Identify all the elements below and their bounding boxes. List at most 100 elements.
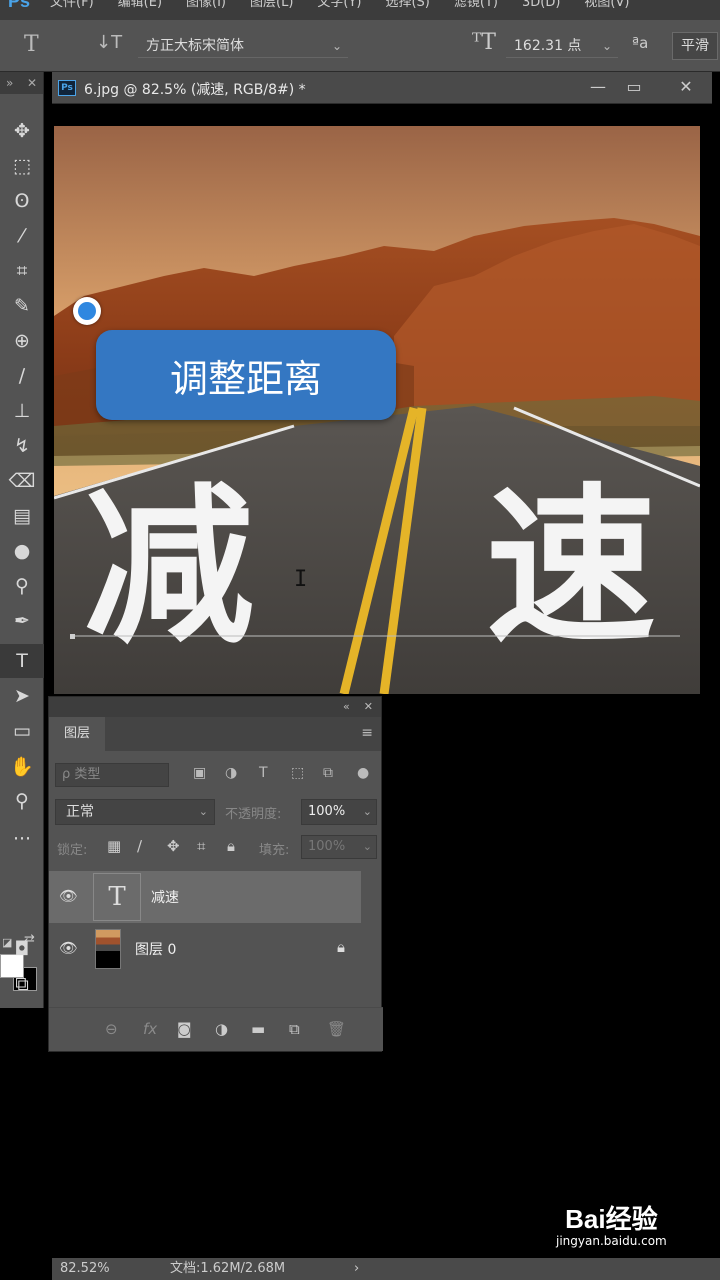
- antialias-dropdown[interactable]: 平滑: [672, 32, 718, 60]
- eraser-tool-icon[interactable]: ⌫: [0, 464, 44, 498]
- layers-panel-tabs: 图层 ≡: [49, 717, 381, 751]
- more-tools-icon[interactable]: ···: [0, 822, 44, 856]
- type-tool-icon[interactable]: T: [0, 644, 44, 678]
- menu-view[interactable]: 视图(V): [572, 0, 641, 9]
- callout-pointer-dot: [73, 297, 101, 325]
- hand-tool-icon[interactable]: ✋: [0, 749, 44, 783]
- pen-tool-icon[interactable]: ✒: [0, 604, 44, 638]
- menu-image[interactable]: 图像(I): [174, 0, 238, 9]
- type-tool-preset-icon[interactable]: T: [24, 32, 39, 57]
- tools-panel-header: » ✕: [0, 72, 43, 94]
- zoom-tool-icon[interactable]: ⚲: [0, 784, 44, 818]
- doc-info: 文档:1.62M/2.68M: [170, 1261, 286, 1276]
- adjustment-filter-icon[interactable]: ◑: [225, 765, 237, 781]
- fill-value: 100%: [308, 839, 346, 854]
- layer-row-image[interactable]: 👁︎ 图层 0 🔒︎: [49, 923, 361, 975]
- panel-menu-icon[interactable]: ≡: [361, 725, 373, 741]
- lock-position-icon[interactable]: ✥: [167, 837, 180, 855]
- text-layer-thumbnail-icon: T: [93, 873, 141, 921]
- canvas-text-left[interactable]: 减: [84, 467, 254, 667]
- shape-filter-icon[interactable]: ⬚: [291, 765, 304, 781]
- healing-brush-tool-icon[interactable]: ⊕: [0, 324, 44, 358]
- font-family-value: 方正大标宋简体: [146, 38, 244, 54]
- document-tab[interactable]: Ps 6.jpg @ 82.5% (减速, RGB/8#) * — ▭ ✕: [52, 72, 712, 104]
- menu-edit[interactable]: 编辑(E): [106, 0, 174, 9]
- history-brush-tool-icon[interactable]: ↯: [0, 429, 44, 463]
- menu-layer[interactable]: 图层(L): [238, 0, 305, 9]
- layer-name[interactable]: 图层 0: [135, 939, 176, 959]
- zoom-level[interactable]: 82.52%: [60, 1258, 110, 1280]
- smart-object-filter-icon[interactable]: ⧉: [323, 765, 333, 781]
- layer-name[interactable]: 减速: [151, 887, 179, 907]
- collapse-icon[interactable]: »: [6, 72, 13, 94]
- menu-type[interactable]: 文字(Y): [305, 0, 373, 9]
- menu-file[interactable]: 文件(F): [38, 0, 106, 9]
- font-size-dropdown[interactable]: 162.31 点 ⌄: [506, 34, 618, 58]
- link-layers-icon[interactable]: ⊖: [105, 1020, 118, 1038]
- status-menu-arrow-icon[interactable]: ›: [354, 1258, 359, 1280]
- maximize-icon[interactable]: ▭: [620, 76, 648, 98]
- collapse-icon[interactable]: «: [343, 700, 350, 713]
- new-group-icon[interactable]: ▬: [251, 1020, 265, 1038]
- text-anchor-handle[interactable]: [70, 634, 75, 639]
- layer-filter-value: ρ 类型: [62, 767, 101, 782]
- blur-tool-icon[interactable]: ●: [0, 534, 44, 568]
- lock-all-icon[interactable]: 🔒︎: [227, 837, 235, 855]
- brush-tool-icon[interactable]: ∕: [0, 359, 44, 393]
- close-icon[interactable]: ✕: [672, 76, 700, 98]
- lock-transparent-icon[interactable]: ▦: [107, 837, 121, 855]
- opacity-value: 100%: [308, 804, 346, 819]
- tools-panel: » ✕ ✥ ⬚ ʘ ⁄ ⌗ ✎ ⊕ ∕ ⊥ ↯ ⌫ ▤ ● ⚲ ✒ T ➤ ▭ …: [0, 72, 44, 1008]
- fx-icon[interactable]: fx: [143, 1020, 157, 1038]
- gradient-tool-icon[interactable]: ▤: [0, 499, 44, 533]
- marquee-tool-icon[interactable]: ⬚: [0, 149, 44, 183]
- opacity-field[interactable]: 100% ⌄: [301, 799, 377, 825]
- options-bar: T ↓T 方正大标宋简体 ⌄ ᵀT 162.31 点 ⌄ ªa 平滑: [0, 20, 720, 72]
- layers-panel-titlebar: « ✕: [49, 697, 381, 717]
- add-mask-icon[interactable]: ◙: [177, 1020, 192, 1038]
- move-tool-icon[interactable]: ✥: [0, 114, 44, 148]
- font-family-dropdown[interactable]: 方正大标宋简体 ⌄: [138, 34, 348, 58]
- tab-layers[interactable]: 图层: [49, 717, 105, 751]
- tab-layers-label: 图层: [63, 726, 90, 741]
- minimize-icon[interactable]: —: [584, 76, 612, 98]
- text-orientation-icon[interactable]: ↓T: [96, 32, 122, 53]
- path-selection-tool-icon[interactable]: ➤: [0, 679, 44, 713]
- lock-artboard-icon[interactable]: ⌗: [197, 837, 205, 855]
- lock-icon: 🔒︎: [337, 938, 345, 956]
- stamp-tool-icon[interactable]: ⊥: [0, 394, 44, 428]
- font-size-value: 162.31 点: [514, 38, 582, 54]
- canvas-text-right[interactable]: 速: [486, 467, 656, 667]
- filter-toggle-icon[interactable]: ●: [357, 765, 369, 781]
- close-icon[interactable]: ✕: [27, 72, 37, 94]
- lasso-tool-icon[interactable]: ʘ: [0, 184, 44, 218]
- fill-field[interactable]: 100% ⌄: [301, 835, 377, 859]
- visibility-eye-icon[interactable]: 👁︎: [59, 887, 78, 905]
- pixel-filter-icon[interactable]: ▣: [193, 765, 206, 781]
- new-layer-icon[interactable]: ⧉: [289, 1020, 300, 1038]
- menu-select[interactable]: 选择(S): [373, 0, 441, 9]
- eyedropper-tool-icon[interactable]: ✎: [0, 289, 44, 323]
- close-icon[interactable]: ✕: [364, 700, 373, 713]
- layers-panel-footer: ⊖ fx ◙ ◑ ▬ ⧉ 🗑︎: [49, 1007, 383, 1051]
- adjustment-layer-icon[interactable]: ◑: [215, 1020, 228, 1038]
- lock-image-icon[interactable]: ∕: [137, 837, 142, 855]
- blend-mode-value: 正常: [66, 804, 94, 820]
- type-filter-icon[interactable]: T: [259, 765, 268, 781]
- menu-3d[interactable]: 3D(D): [510, 0, 572, 9]
- layer-row-text[interactable]: 👁︎ T 减速: [49, 871, 361, 923]
- crop-tool-icon[interactable]: ⌗: [0, 254, 44, 288]
- blend-mode-dropdown[interactable]: 正常 ⌄: [55, 799, 215, 825]
- font-size-icon: ᵀT: [472, 30, 496, 55]
- layer-filter-dropdown[interactable]: ρ 类型: [55, 763, 169, 787]
- menu-filter[interactable]: 滤镜(T): [442, 0, 510, 9]
- delete-layer-icon[interactable]: 🗑︎: [327, 1020, 346, 1038]
- magic-wand-tool-icon[interactable]: ⁄: [0, 219, 44, 253]
- watermark-logo: Bai经验: [565, 1204, 658, 1234]
- quick-mask-icon[interactable]: ◘: [0, 932, 44, 966]
- rectangle-tool-icon[interactable]: ▭: [0, 714, 44, 748]
- dodge-tool-icon[interactable]: ⚲: [0, 569, 44, 603]
- chevron-down-icon: ⌄: [601, 39, 612, 53]
- visibility-eye-icon[interactable]: 👁︎: [59, 939, 78, 957]
- screen-mode-icon[interactable]: ⧉: [0, 967, 44, 1001]
